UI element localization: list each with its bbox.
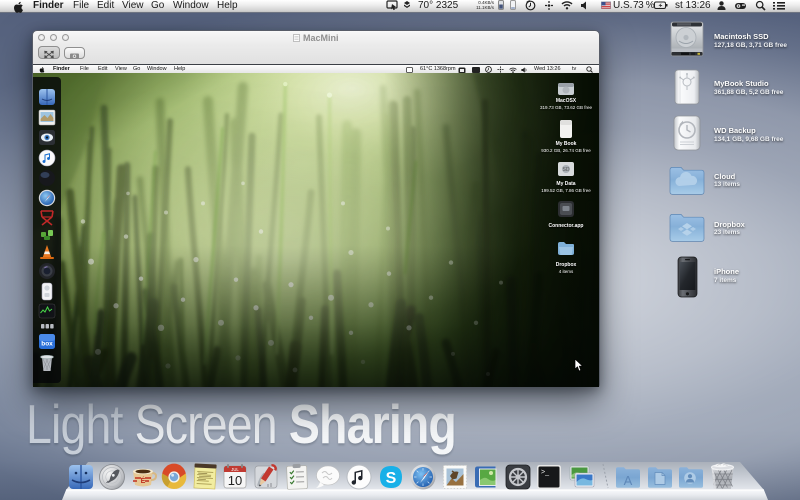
svg-text:SD: SD xyxy=(563,167,570,173)
svg-text:>_: >_ xyxy=(541,469,549,476)
svg-text:JUL: JUL xyxy=(231,467,239,472)
svg-text:S: S xyxy=(386,470,397,487)
svg-text:É: É xyxy=(141,476,146,485)
svg-text:A: A xyxy=(624,473,633,488)
svg-text:10: 10 xyxy=(228,473,242,488)
svg-text:box: box xyxy=(41,341,53,348)
